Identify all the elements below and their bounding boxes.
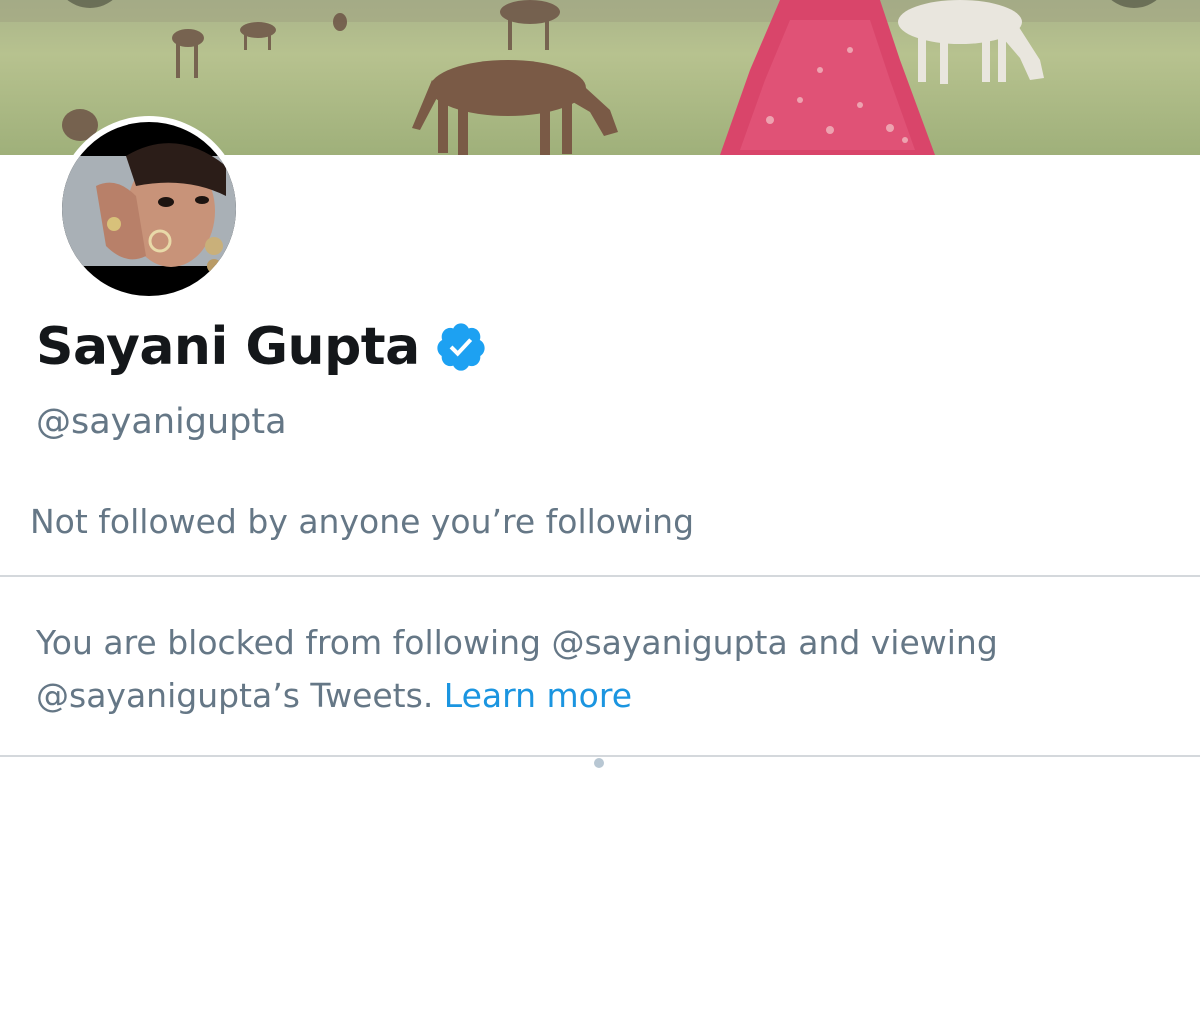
blocked-notice: You are blocked from following @sayanigu… [36, 616, 1176, 722]
profile-avatar[interactable] [56, 116, 242, 302]
blocked-notice-line-2: @sayanigupta’s Tweets. Learn more [36, 669, 1176, 722]
profile-name-row: Sayani Gupta [36, 312, 488, 382]
blocked-notice-line-2-text: @sayanigupta’s Tweets. [36, 676, 444, 715]
followers-you-know-text: Not followed by anyone you’re following [30, 502, 695, 541]
section-divider-bottom [0, 755, 1200, 757]
blocked-notice-line-1: You are blocked from following @sayanigu… [36, 623, 998, 662]
profile-handle: @sayanigupta [36, 402, 287, 442]
profile-page: Sayani Gupta @sayanigupta Not followed b… [0, 0, 1200, 1021]
section-divider-top [0, 575, 1200, 577]
verified-badge-icon [434, 320, 488, 374]
loading-dot [594, 758, 604, 768]
learn-more-link[interactable]: Learn more [444, 676, 632, 715]
profile-display-name: Sayani Gupta [36, 317, 420, 377]
